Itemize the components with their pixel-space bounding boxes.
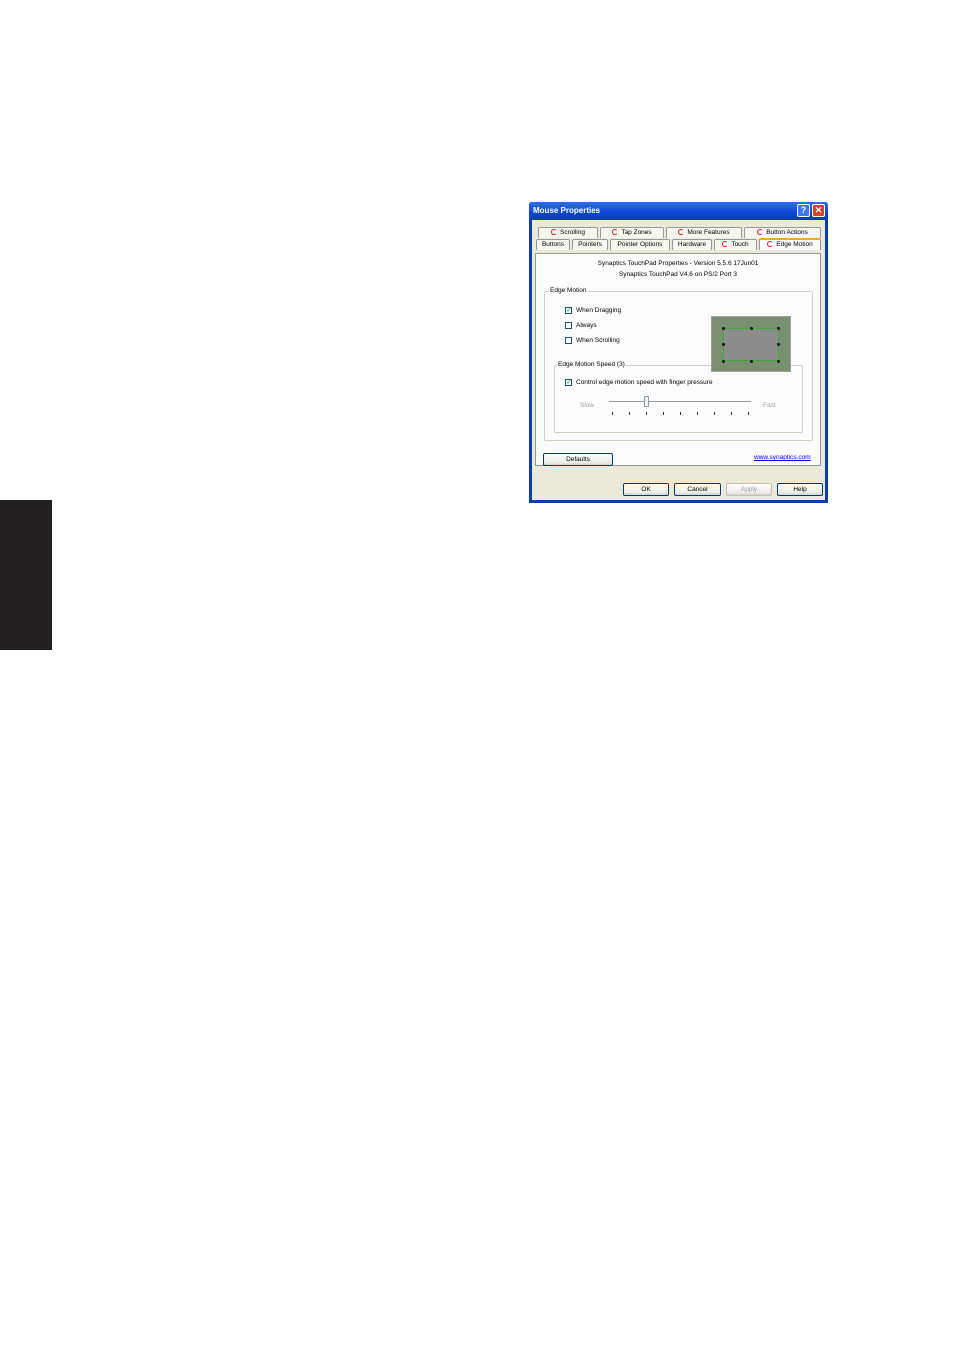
when-scrolling-label: When Scrolling bbox=[576, 337, 620, 344]
synaptics-link[interactable]: www.synaptics.com bbox=[754, 454, 811, 461]
tab-buttons[interactable]: Buttons bbox=[536, 239, 570, 250]
touchpad-zone bbox=[723, 328, 779, 361]
when-scrolling-checkbox[interactable] bbox=[565, 337, 572, 344]
slider-tick bbox=[663, 412, 664, 415]
synaptics-icon bbox=[551, 229, 558, 236]
when-dragging-checkbox[interactable]: ✓ bbox=[565, 307, 572, 314]
edge-motion-legend: Edge Motion bbox=[549, 287, 588, 294]
help-button[interactable]: Help bbox=[777, 483, 823, 496]
tab-button-actions[interactable]: Button Actions bbox=[744, 227, 821, 238]
tab-pointer-options[interactable]: Pointer Options bbox=[610, 239, 670, 250]
apply-button[interactable]: Apply bbox=[726, 483, 772, 496]
always-checkbox[interactable] bbox=[565, 322, 572, 329]
zone-dot bbox=[750, 360, 753, 363]
slider-tick bbox=[731, 412, 732, 415]
zone-dot bbox=[722, 327, 725, 330]
tab-scrolling[interactable]: Scrolling bbox=[538, 227, 598, 238]
help-icon[interactable]: ? bbox=[797, 204, 810, 217]
speed-slider-thumb[interactable] bbox=[644, 396, 649, 407]
window-title: Mouse Properties bbox=[533, 206, 601, 215]
speed-legend: Edge Motion Speed (3) bbox=[557, 361, 626, 368]
edge-motion-panel: Synaptics TouchPad Properties - Version … bbox=[535, 253, 821, 466]
tab-hardware[interactable]: Hardware bbox=[672, 239, 712, 250]
when-dragging-label: When Dragging bbox=[576, 307, 622, 314]
slider-tick bbox=[646, 412, 647, 415]
tab-pointers[interactable]: Pointers bbox=[572, 239, 608, 250]
tab-more-features[interactable]: More Features bbox=[666, 227, 742, 238]
cancel-button[interactable]: Cancel bbox=[674, 483, 721, 496]
fast-label: Fast bbox=[763, 402, 776, 409]
touchpad-preview bbox=[711, 316, 791, 372]
zone-dot bbox=[777, 360, 780, 363]
zone-dot bbox=[777, 327, 780, 330]
mouse-properties-dialog: Mouse Properties ? ✕ Scrolling Tap Zones… bbox=[529, 202, 828, 503]
dialog-client: Scrolling Tap Zones More Features Button… bbox=[532, 220, 825, 500]
zone-dot bbox=[722, 343, 725, 346]
slider-tick bbox=[612, 412, 613, 415]
slider-tick bbox=[748, 412, 749, 415]
synaptics-icon bbox=[612, 229, 619, 236]
version-text: Synaptics TouchPad Properties - Version … bbox=[597, 260, 759, 267]
title-bar[interactable]: Mouse Properties ? ✕ bbox=[529, 202, 828, 220]
synaptics-icon bbox=[767, 241, 774, 248]
close-icon[interactable]: ✕ bbox=[812, 204, 825, 217]
slider-tick bbox=[629, 412, 630, 415]
speed-slider-track[interactable] bbox=[609, 401, 751, 405]
control-speed-checkbox[interactable]: ✓ bbox=[565, 379, 572, 386]
always-label: Always bbox=[576, 322, 597, 329]
synaptics-icon bbox=[722, 241, 729, 248]
zone-dot bbox=[777, 343, 780, 346]
tab-touch[interactable]: Touch bbox=[714, 239, 757, 250]
synaptics-icon bbox=[757, 229, 764, 236]
slider-tick bbox=[680, 412, 681, 415]
slider-tick bbox=[697, 412, 698, 415]
tab-tap-zones[interactable]: Tap Zones bbox=[600, 227, 664, 238]
defaults-button[interactable]: Defaults bbox=[543, 453, 613, 466]
control-speed-label: Control edge motion speed with finger pr… bbox=[576, 379, 713, 386]
tab-edge-motion[interactable]: Edge Motion bbox=[759, 238, 821, 250]
slow-label: Slow bbox=[580, 402, 595, 409]
synaptics-icon bbox=[678, 229, 685, 236]
side-thumb-tab bbox=[0, 500, 52, 650]
edge-motion-speed-group: Edge Motion Speed (3) ✓ Control edge mot… bbox=[554, 361, 803, 433]
slider-tick bbox=[714, 412, 715, 415]
zone-dot bbox=[750, 327, 753, 330]
device-text: Synaptics TouchPad V4.6 on PS/2 Port 3 bbox=[618, 271, 738, 278]
ok-button[interactable]: OK bbox=[623, 483, 669, 496]
zone-dot bbox=[722, 360, 725, 363]
